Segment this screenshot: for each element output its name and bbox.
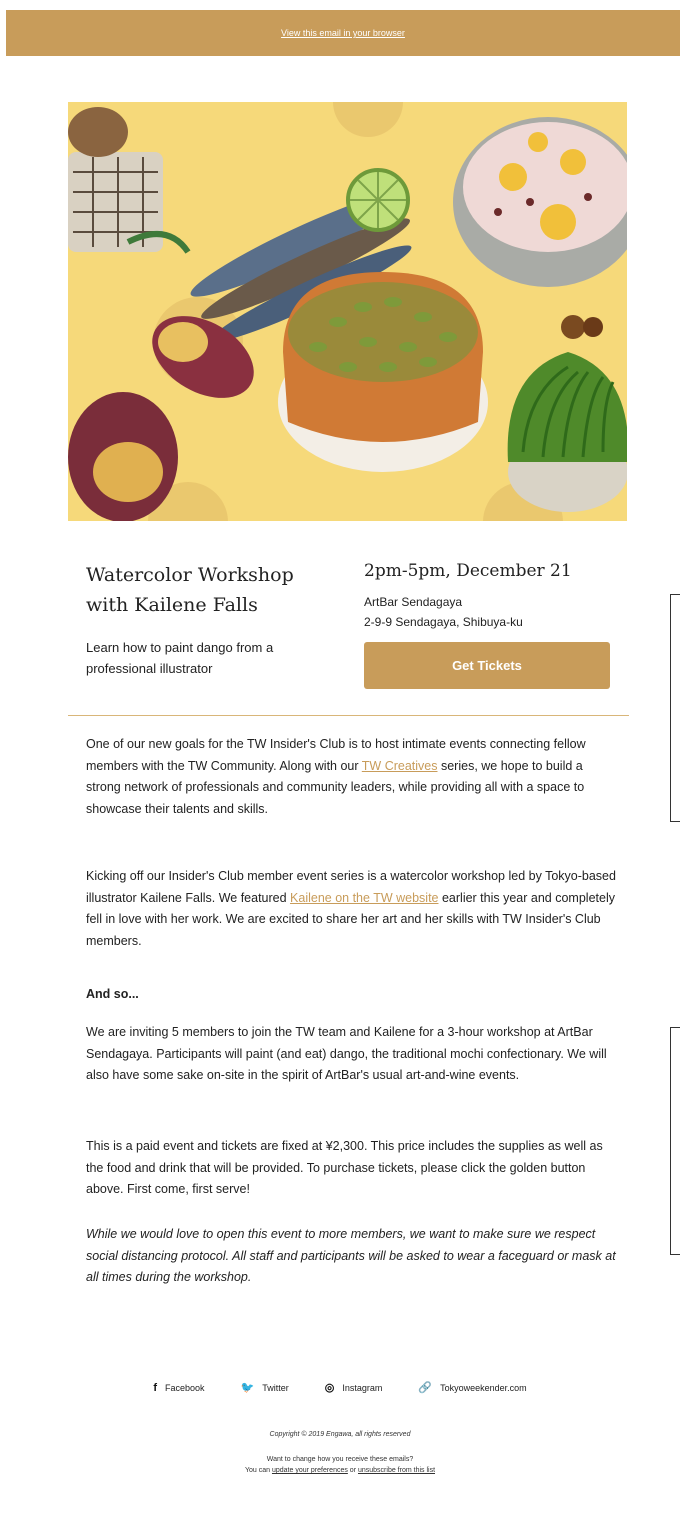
- venue-address: 2-9-9 Sendagaya, Shibuya-ku: [364, 615, 523, 629]
- link-icon: 🔗: [418, 1382, 433, 1394]
- social-links: f Facebook 🐦 Twitter ◎ Instagram 🔗 Tokyo…: [0, 1381, 680, 1395]
- intro-paragraph: One of our new goals for the TW Insider'…: [86, 734, 616, 820]
- autumn-food-illustration: [68, 102, 627, 521]
- invite-paragraph: We are inviting 5 members to join the TW…: [86, 1025, 607, 1082]
- pref-prefix: You can: [244, 1467, 272, 1474]
- annotation-bracket-bottom: [670, 1027, 680, 1255]
- unsubscribe-link[interactable]: unsubscribe from this list: [358, 1467, 435, 1474]
- website-label: Tokyoweekender.com: [440, 1382, 527, 1393]
- preferences-line1: Want to change how you receive these ema…: [266, 1456, 414, 1463]
- preferences-text: Want to change how you receive these ema…: [0, 1454, 680, 1476]
- kickoff-paragraph: Kicking off our Insider's Club member ev…: [86, 866, 616, 952]
- and-so-heading: And so...: [86, 987, 139, 1001]
- preferences-line2: You can update your preferences or unsub…: [0, 1465, 680, 1476]
- section-divider: [68, 715, 629, 716]
- event-title-line1: Watercolor Workshop: [86, 564, 294, 586]
- get-tickets-button[interactable]: Get Tickets: [364, 642, 610, 689]
- update-preferences-link[interactable]: update your preferences: [272, 1467, 348, 1474]
- event-title: Watercolor Workshop with Kailene Falls: [86, 560, 326, 620]
- event-datetime: 2pm-5pm, December 21: [364, 561, 572, 581]
- website-link[interactable]: 🔗 Tokyoweekender.com: [418, 1381, 526, 1394]
- view-in-browser-bar: View this email in your browser: [6, 10, 680, 56]
- twitter-link[interactable]: 🐦 Twitter: [241, 1381, 289, 1394]
- event-title-line2: with Kailene Falls: [86, 594, 258, 616]
- distancing-note: While we would love to open this event t…: [86, 1227, 616, 1284]
- instagram-link[interactable]: ◎ Instagram: [325, 1381, 383, 1394]
- copyright: Copyright © 2019 Engawa, all rights rese…: [269, 1431, 411, 1438]
- event-venue: ArtBar Sendagaya 2-9-9 Sendagaya, Shibuy…: [364, 592, 523, 632]
- facebook-link[interactable]: f Facebook: [153, 1382, 204, 1394]
- tw-creatives-link[interactable]: TW Creatives: [362, 759, 438, 773]
- twitter-icon: 🐦: [240, 1382, 255, 1394]
- pricing-paragraph: This is a paid event and tickets are fix…: [86, 1139, 603, 1196]
- pref-mid: or: [347, 1467, 358, 1474]
- facebook-icon: f: [153, 1381, 158, 1394]
- facebook-label: Facebook: [165, 1382, 205, 1393]
- twitter-label: Twitter: [262, 1382, 289, 1393]
- venue-name: ArtBar Sendagaya: [364, 595, 463, 609]
- kailene-website-link[interactable]: Kailene on the TW website: [290, 891, 438, 905]
- instagram-icon: ◎: [324, 1382, 335, 1394]
- annotation-bracket-top: [670, 594, 680, 822]
- instagram-label: Instagram: [342, 1382, 383, 1393]
- event-summary: Learn how to paint dango from a professi…: [86, 640, 274, 676]
- hero-illustration: [68, 102, 627, 521]
- view-in-browser-link[interactable]: View this email in your browser: [281, 28, 405, 38]
